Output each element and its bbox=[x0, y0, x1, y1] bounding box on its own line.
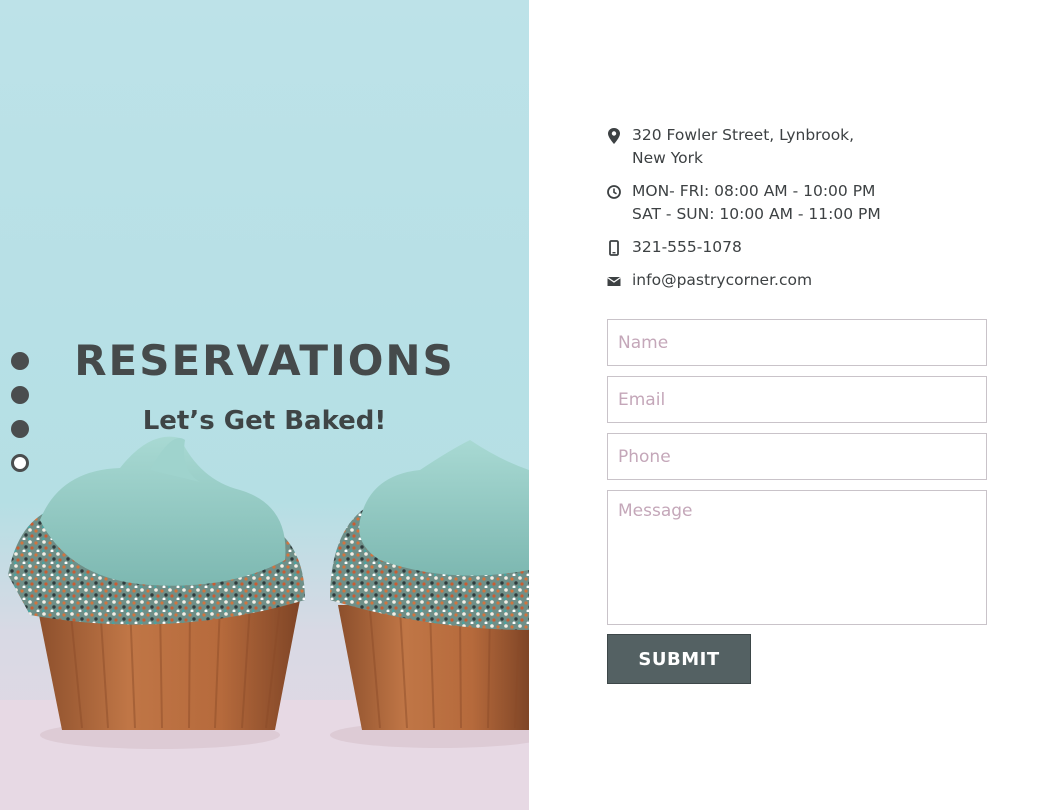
hours-weekdays: MON- FRI: 08:00 AM - 10:00 PM bbox=[632, 182, 876, 200]
hero-panel: RESERVATIONS Let’s Get Baked! bbox=[0, 0, 529, 810]
page-subtitle: Let’s Get Baked! bbox=[142, 406, 387, 436]
slide-dot-navigation bbox=[11, 352, 29, 488]
map-pin-icon bbox=[608, 128, 620, 144]
phone-row: 321-555-1078 bbox=[607, 236, 987, 259]
submit-button[interactable]: SUBMIT bbox=[607, 634, 751, 684]
hours-weekend: SAT - SUN: 10:00 AM - 11:00 PM bbox=[632, 205, 881, 223]
hours-row: MON- FRI: 08:00 AM - 10:00 PM SAT - SUN:… bbox=[607, 180, 987, 226]
email-input[interactable] bbox=[607, 376, 987, 423]
phone-icon bbox=[609, 240, 619, 256]
slide-dot-1[interactable] bbox=[11, 352, 29, 370]
reservation-form: SUBMIT bbox=[607, 319, 987, 684]
address-row: 320 Fowler Street, Lynbrook, New York bbox=[607, 124, 987, 170]
address-line-2: New York bbox=[632, 149, 703, 167]
cupcakes-photo bbox=[0, 436, 529, 810]
slide-dot-2[interactable] bbox=[11, 386, 29, 404]
message-textarea[interactable] bbox=[607, 490, 987, 625]
envelope-icon bbox=[607, 277, 621, 286]
email-address[interactable]: info@pastrycorner.com bbox=[632, 269, 812, 292]
email-row: info@pastrycorner.com bbox=[607, 269, 987, 292]
slide-dot-3[interactable] bbox=[11, 420, 29, 438]
slide-dot-4-active[interactable] bbox=[11, 454, 29, 472]
name-input[interactable] bbox=[607, 319, 987, 366]
clock-icon bbox=[607, 185, 621, 199]
phone-input[interactable] bbox=[607, 433, 987, 480]
page-title: RESERVATIONS bbox=[74, 336, 455, 385]
address-line-1: 320 Fowler Street, Lynbrook, bbox=[632, 126, 855, 144]
contact-info: 320 Fowler Street, Lynbrook, New York MO… bbox=[607, 124, 987, 302]
phone-number[interactable]: 321-555-1078 bbox=[632, 236, 742, 259]
